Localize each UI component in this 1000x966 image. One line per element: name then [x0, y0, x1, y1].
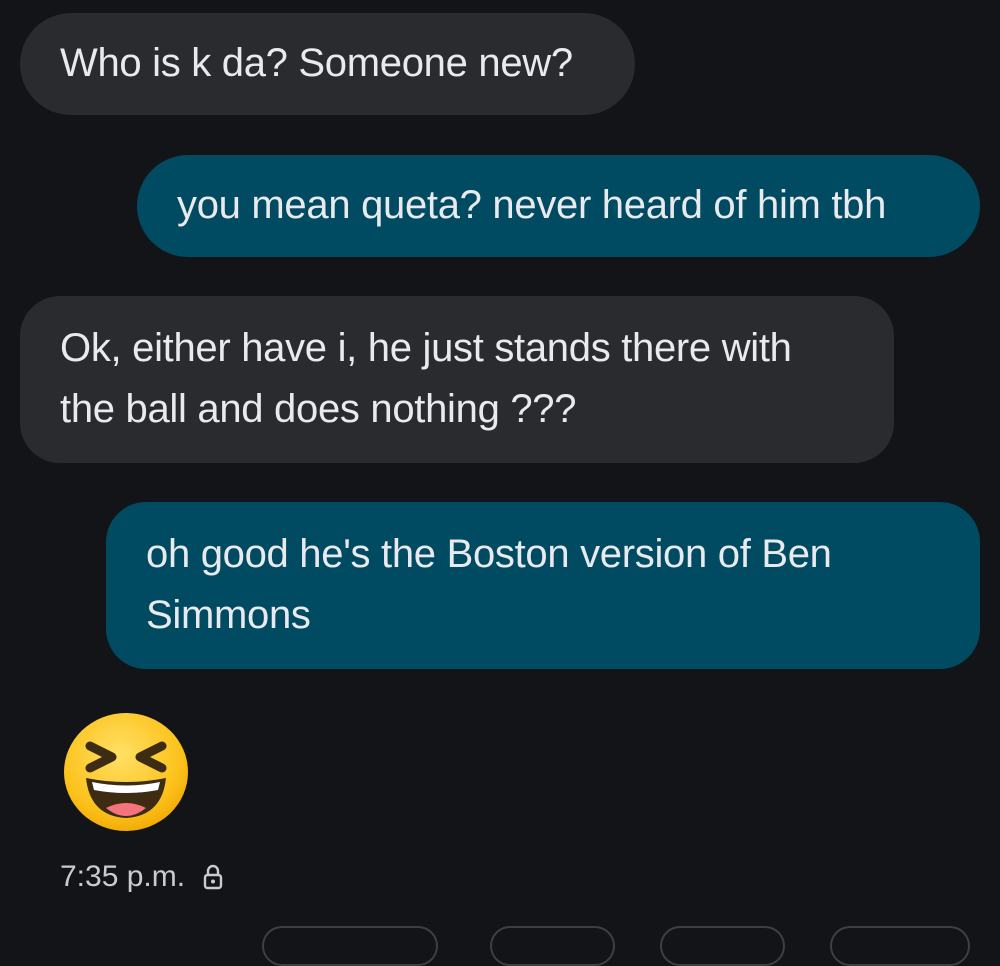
message-bubble-outgoing[interactable]: oh good he's the Boston version of Ben S… — [106, 502, 980, 669]
suggestion-chip[interactable] — [490, 926, 615, 966]
timestamp: 7:35 p.m. — [60, 860, 186, 893]
suggestion-chip[interactable] — [262, 926, 438, 966]
message-bubble-outgoing[interactable]: you mean queta? never heard of him tbh — [137, 155, 980, 257]
suggestion-chip[interactable] — [830, 926, 970, 966]
suggestion-chip[interactable] — [660, 926, 785, 966]
lock-icon — [203, 864, 223, 890]
emoji-message[interactable] — [62, 712, 190, 832]
message-bubble-incoming[interactable]: Ok, either have i, he just stands there … — [20, 296, 894, 463]
message-bubble-incoming[interactable]: Who is k da? Someone new? — [20, 13, 635, 115]
message-status-row: 7:35 p.m. — [60, 852, 223, 902]
grinning-squinting-face-icon — [64, 713, 188, 831]
